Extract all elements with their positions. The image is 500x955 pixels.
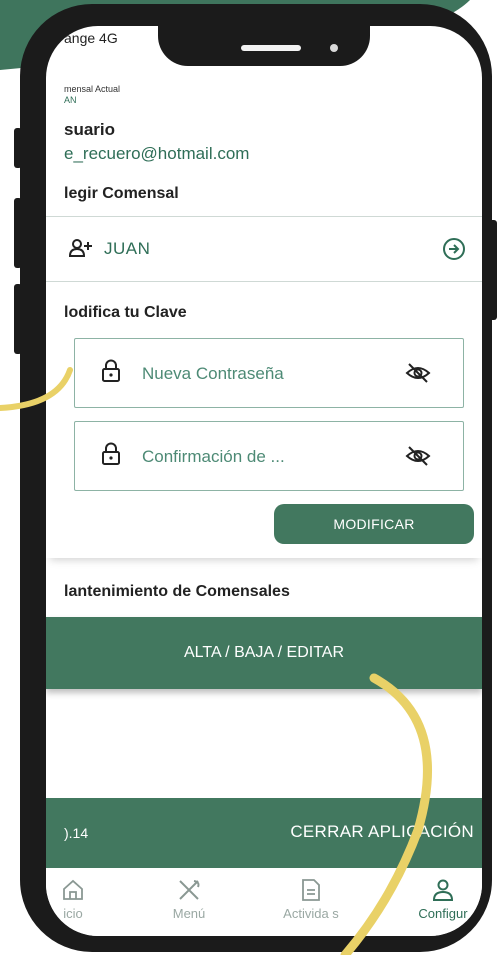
tab-label: Configur xyxy=(418,906,468,921)
tab-inicio[interactable]: icio xyxy=(46,868,118,921)
comensal-actual-label: mensal Actual xyxy=(64,84,121,94)
add-user-icon xyxy=(68,239,92,257)
tab-label: Activida s xyxy=(283,906,339,921)
app-screen: ange 4G mensal Actual AN suario e_recuer… xyxy=(46,26,482,936)
comensal-selected: JUAN xyxy=(104,239,151,258)
new-password-field[interactable]: Nueva Contraseña xyxy=(74,338,464,408)
usuario-label: suario xyxy=(64,120,116,139)
comensal-actual-value: AN xyxy=(64,95,77,105)
confirm-password-field[interactable]: Confirmación de ... xyxy=(74,421,464,491)
tab-menu[interactable]: Menú xyxy=(144,868,234,921)
phone-frame: ange 4G mensal Actual AN suario e_recuer… xyxy=(20,4,492,952)
comensal-selector[interactable]: JUAN xyxy=(46,216,482,282)
document-icon xyxy=(302,879,320,901)
usuario-email: e_recuero@hotmail.com xyxy=(64,144,250,163)
user-icon xyxy=(432,879,454,901)
lock-icon xyxy=(102,442,120,465)
eye-off-icon[interactable] xyxy=(405,362,431,384)
arrow-right-circle-icon[interactable] xyxy=(442,237,466,261)
tab-label: icio xyxy=(63,906,83,921)
tab-configuracion[interactable]: Configur xyxy=(398,868,482,921)
mantenimiento-title: lantenimiento de Comensales xyxy=(64,583,290,600)
footer-bar: ).14 CERRAR APLICACIÓN xyxy=(46,798,482,868)
alta-baja-editar-button[interactable]: ALTA / BAJA / EDITAR xyxy=(46,617,482,689)
confirm-password-placeholder: Confirmación de ... xyxy=(142,447,285,466)
utensils-icon xyxy=(179,880,200,900)
tab-actividades[interactable]: Activida s xyxy=(266,868,356,921)
tab-label: Menú xyxy=(172,906,206,921)
phone-notch xyxy=(158,26,370,66)
camera xyxy=(330,44,338,52)
lock-icon xyxy=(102,359,120,382)
tab-bar: icio Menú Activida s Configur xyxy=(46,868,482,936)
cerrar-aplicacion-button[interactable]: CERRAR APLICACIÓN xyxy=(290,822,474,842)
elegir-comensal-title: legir Comensal xyxy=(64,185,179,202)
carrier-label: ange 4G xyxy=(64,30,118,46)
modificar-button[interactable]: MODIFICAR xyxy=(274,504,474,544)
version-label: ).14 xyxy=(64,825,89,841)
home-icon xyxy=(63,879,83,900)
new-password-placeholder: Nueva Contraseña xyxy=(142,364,284,383)
speaker xyxy=(241,45,301,51)
eye-off-icon[interactable] xyxy=(405,445,431,467)
